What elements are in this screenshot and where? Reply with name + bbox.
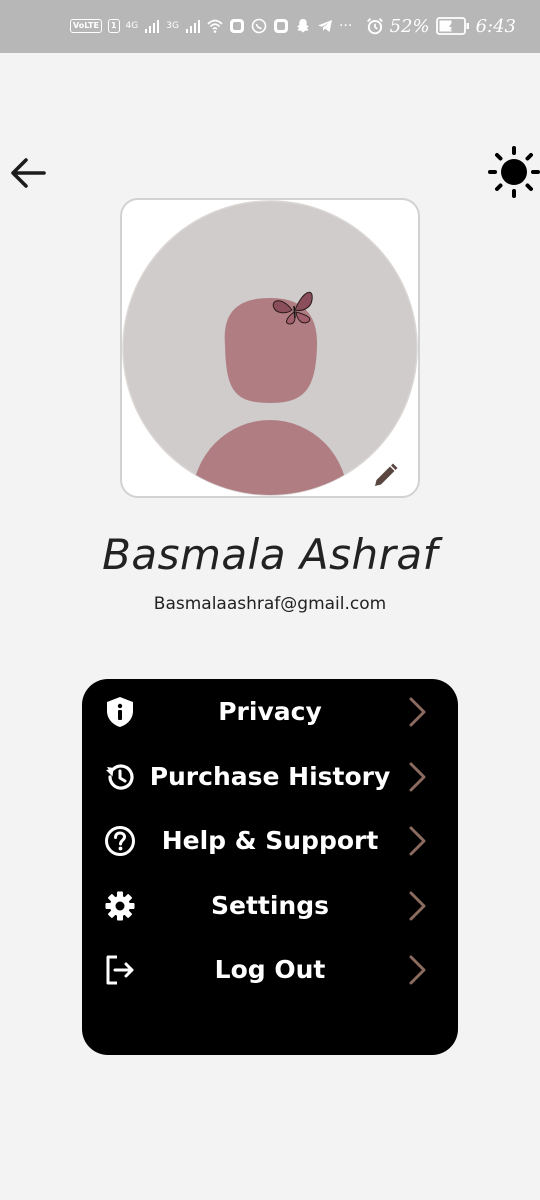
clock-time: 6:43 [475, 15, 516, 37]
menu-item-label: Privacy [218, 697, 322, 726]
chevron-right-icon [402, 761, 432, 793]
signal-icon-2 [185, 20, 200, 33]
alarm-icon [366, 18, 383, 35]
network-type-2: 3G [166, 21, 179, 31]
menu-item-label: Purchase History [149, 762, 391, 791]
menu-item-settings[interactable]: Settings [82, 876, 458, 936]
menu-item-label: Help & Support [161, 826, 379, 855]
menu-item-log-out[interactable]: Log Out [82, 940, 458, 1000]
battery-percent: 52% [389, 15, 430, 37]
profile-avatar-frame [120, 198, 420, 498]
battery-icon [435, 17, 469, 35]
profile-menu: Privacy Purchase History Help & Support … [82, 679, 458, 1055]
telegram-icon [317, 20, 332, 32]
menu-item-privacy[interactable]: Privacy [82, 682, 458, 742]
wifi-icon [207, 19, 223, 33]
status-bar: VoLTE 1 4G 3G ··· 52% 6:43 [0, 0, 540, 53]
signal-icon [145, 20, 160, 33]
app-notification-icon [229, 19, 244, 33]
status-bar-right: 52% 6:43 [366, 12, 516, 40]
avatar [122, 200, 418, 496]
arrow-left-icon [11, 158, 46, 188]
more-notifications: ··· [338, 18, 353, 34]
pencil-icon [375, 463, 398, 486]
volte-badge: VoLTE [70, 19, 102, 33]
profile-name: Basmala Ashraf [102, 530, 438, 579]
chevron-right-icon [402, 825, 432, 857]
chevron-right-icon [402, 696, 432, 728]
whatsapp-icon [251, 18, 267, 34]
sun-icon [488, 146, 540, 198]
menu-item-help-support[interactable]: Help & Support [82, 811, 458, 871]
menu-item-purchase-history[interactable]: Purchase History [82, 747, 458, 807]
snapchat-icon [296, 19, 309, 33]
chevron-right-icon [402, 890, 432, 922]
network-type-1: 4G [125, 21, 139, 31]
app-notification-icon-2 [273, 19, 288, 33]
sim-badge: 1 [107, 19, 120, 33]
status-bar-left: VoLTE 1 4G 3G ··· [70, 14, 352, 38]
theme-toggle-button[interactable] [487, 145, 540, 199]
chevron-right-icon [402, 954, 432, 986]
menu-item-label: Log Out [214, 955, 326, 984]
menu-item-label: Settings [210, 891, 329, 920]
edit-avatar-button[interactable] [367, 458, 403, 494]
back-button[interactable] [6, 150, 50, 194]
profile-email: Basmalaashraf@gmail.com [153, 594, 387, 614]
